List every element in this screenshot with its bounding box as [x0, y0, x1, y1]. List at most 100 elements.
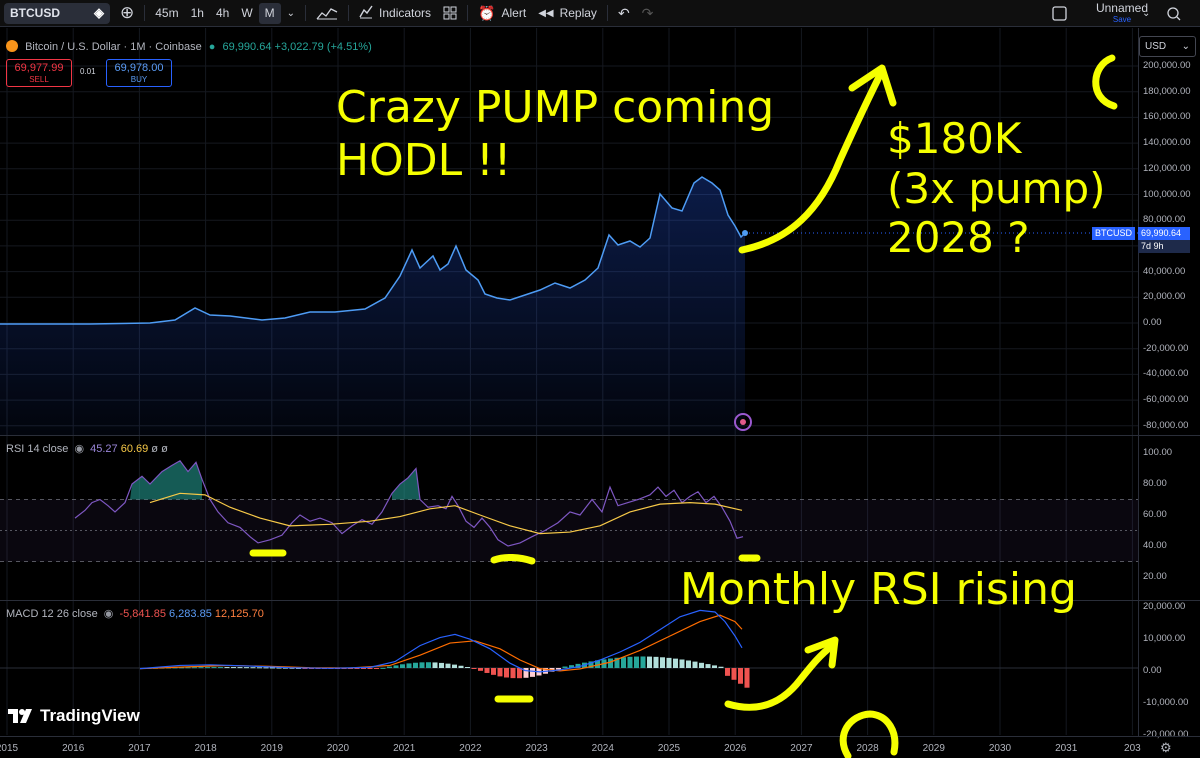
rsi-value: 45.27 [90, 443, 118, 455]
redo-icon[interactable]: ↷ [636, 3, 660, 24]
tradingview-logo[interactable]: TradingView [8, 706, 140, 726]
macd-pane[interactable] [0, 601, 1138, 735]
divider [348, 5, 350, 21]
rsi-axis[interactable]: 100.00 80.00 60.00 40.00 20.00 [1138, 436, 1200, 600]
year-label: 2022 [459, 743, 482, 754]
interval-m[interactable]: M [258, 2, 281, 24]
macd-histogram-bar [263, 667, 269, 669]
price-area [0, 177, 745, 435]
sell-price: 69,977.99 [14, 62, 64, 74]
interval-4h[interactable]: 4h [210, 3, 235, 24]
price-change: +3,022.79 (+4.51%) [274, 41, 372, 53]
year-label: 203 [1124, 743, 1141, 754]
buy-button[interactable]: 69,978.00 BUY [106, 59, 172, 87]
fullscreen-icon[interactable] [1046, 3, 1073, 24]
compare-icon[interactable]: ◈ [94, 5, 104, 21]
top-toolbar: BTCUSD ◈ ⊕ 45m 1h 4h W M ⌄ Indicators ⏰ … [0, 0, 1200, 27]
macd-histogram-bar [413, 662, 418, 668]
time-axis[interactable]: 2015 2016 2017 2018 2019 2020 2021 2022 2023 2024… [0, 736, 1200, 758]
macd-tick: 0.00 [1143, 665, 1162, 676]
camera-icon[interactable] [1160, 3, 1188, 24]
pump-annotation: Crazy PUMP coming HODL !! [336, 82, 774, 188]
price-legend: Bitcoin / U.S. Dollar · 1M · Coinbase ● … [6, 40, 372, 53]
chevron-down-icon[interactable]: ⌄ [1136, 3, 1156, 24]
templates-icon[interactable] [437, 3, 463, 24]
macd-histogram-bar [497, 668, 503, 677]
macd-histogram-bar [211, 667, 217, 669]
indicator-settings-icon[interactable]: ◉ [104, 608, 114, 620]
macd-hist-value: -5,841.85 [119, 608, 166, 620]
replay-label: Replay [559, 6, 597, 20]
macd-histogram-bar [556, 668, 561, 670]
macd-histogram-bar [367, 668, 373, 669]
chevron-down-icon[interactable]: ⌄ [281, 3, 301, 24]
plus-icon[interactable]: ⊕ [114, 3, 140, 24]
year-label: 2027 [790, 743, 813, 754]
bar-countdown: 7d 9h [1138, 240, 1190, 253]
divider [606, 5, 608, 21]
macd-histogram-bar [562, 666, 568, 668]
interval-w[interactable]: W [235, 3, 258, 24]
spread-value: 0.01 [80, 67, 96, 76]
macd-histogram-bar [192, 667, 197, 669]
undo-icon[interactable]: ↶ [612, 3, 636, 24]
macd-histogram-bar [393, 665, 399, 668]
chevron-down-icon: ⌄ [1181, 41, 1190, 52]
macd-tick: 10,000.00 [1143, 633, 1186, 644]
currency-label: USD [1145, 41, 1167, 52]
macd-histogram-bar [731, 668, 737, 680]
symbol-search[interactable]: BTCUSD ◈ [4, 2, 110, 24]
macd-histogram-bar [744, 668, 750, 688]
macd-histogram-bar [517, 668, 522, 679]
price-tick: 0.00 [1143, 317, 1162, 328]
interval-45m[interactable]: 45m [149, 3, 184, 24]
price-tick: 140,000.00 [1143, 137, 1191, 149]
symbol-title: Bitcoin / U.S. Dollar · 1M · Coinbase [25, 41, 202, 53]
macd-histogram-bar [738, 668, 743, 684]
sell-button[interactable]: 69,977.99 SELL [6, 59, 72, 87]
replay-button[interactable]: ◀◀ Replay [532, 3, 603, 24]
rsi-annotation: Monthly RSI rising [680, 564, 1077, 615]
last-price-label: 69,990.64 [1138, 227, 1190, 240]
macd-histogram-bar [445, 663, 451, 668]
year-label: 2026 [724, 743, 747, 754]
macd-histogram-bar [458, 665, 464, 668]
macd-histogram-bar [484, 668, 490, 673]
indicator-settings-icon[interactable]: ◉ [74, 443, 84, 455]
alert-button[interactable]: ⏰ Alert [472, 3, 532, 24]
macd-histogram-bar [432, 662, 438, 668]
currency-select[interactable]: USD ⌄ [1139, 36, 1196, 57]
macd-histogram-bar [491, 668, 496, 675]
macd-histogram-bar [205, 667, 210, 669]
macd-histogram-bar [452, 664, 457, 668]
price-tick: 80,000.00 [1143, 214, 1186, 226]
price-tick: 180,000.00 [1143, 85, 1191, 97]
macd-histogram-bar [426, 662, 431, 668]
target-line-2: (3x pump) [887, 163, 1106, 213]
rsi-extra-2: ø [161, 443, 168, 455]
year-label: 2024 [591, 743, 614, 754]
price-tick: 100,000.00 [1143, 188, 1191, 200]
chart-type-icon[interactable] [310, 3, 344, 24]
macd-axis[interactable]: 20,000.00 10,000.00 0.00 -10,000.00 -20,000.… [1138, 601, 1200, 740]
macd-histogram-bar [647, 656, 652, 668]
macd-histogram-bar [374, 668, 379, 669]
target-annotation: $180K (3x pump) 2028 ? [887, 114, 1106, 263]
indicators-button[interactable]: Indicators [353, 3, 437, 24]
rsi-tick: 60.00 [1143, 509, 1167, 520]
sell-label: SELL [29, 75, 49, 84]
macd-chart[interactable] [0, 601, 1138, 735]
macd-histogram-bar [244, 667, 249, 669]
macd-tick: -10,000.00 [1143, 697, 1189, 708]
year-label: 2028 [856, 743, 879, 754]
macd-histogram-bar [627, 656, 633, 668]
price-tick: -40,000.00 [1143, 368, 1189, 380]
macd-histogram-bar [257, 667, 262, 669]
pump-line-1: Crazy PUMP coming [336, 82, 775, 133]
interval-1h[interactable]: 1h [185, 3, 210, 24]
indicators-label: Indicators [379, 6, 432, 20]
macd-histogram-bar [523, 668, 529, 678]
live-dot-icon: ● [208, 41, 216, 53]
year-label: 2019 [260, 743, 283, 754]
settings-icon[interactable]: ⚙ [1160, 740, 1172, 756]
